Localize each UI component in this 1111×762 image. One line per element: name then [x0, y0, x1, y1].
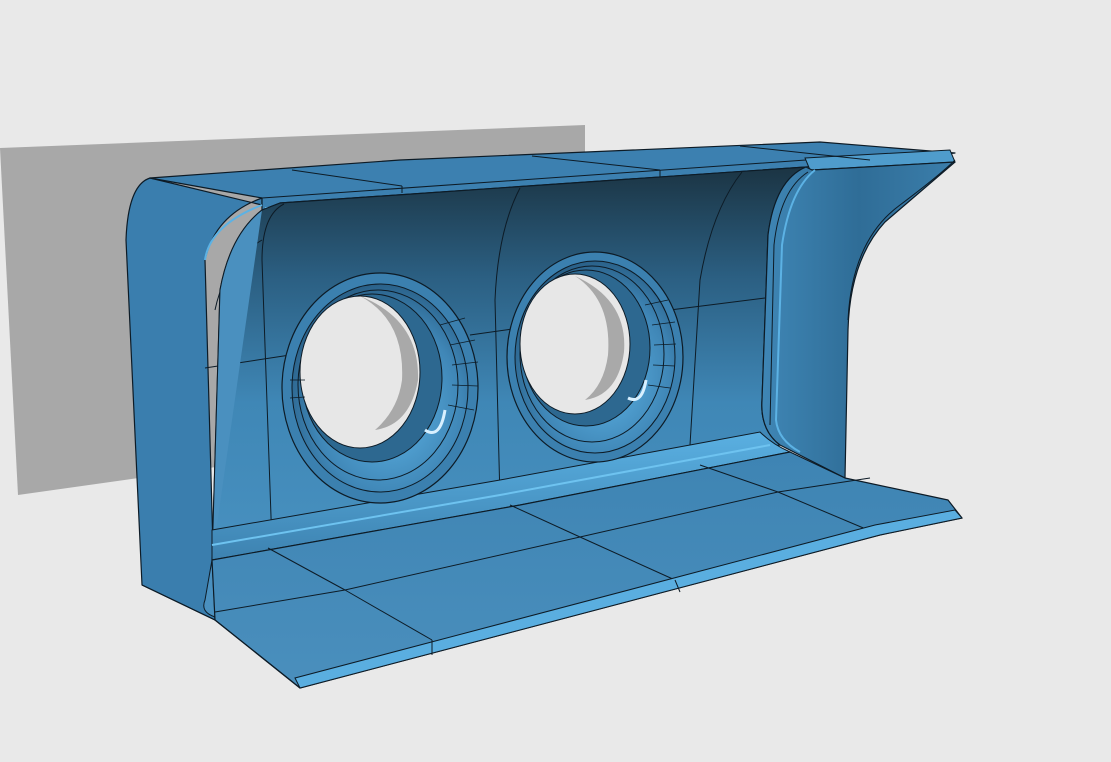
hole-left[interactable] [281, 272, 479, 504]
cad-model-render[interactable] [0, 0, 1111, 762]
hole-right[interactable] [506, 251, 684, 463]
right-wall[interactable] [761, 159, 956, 479]
cad-viewport[interactable] [0, 0, 1111, 762]
